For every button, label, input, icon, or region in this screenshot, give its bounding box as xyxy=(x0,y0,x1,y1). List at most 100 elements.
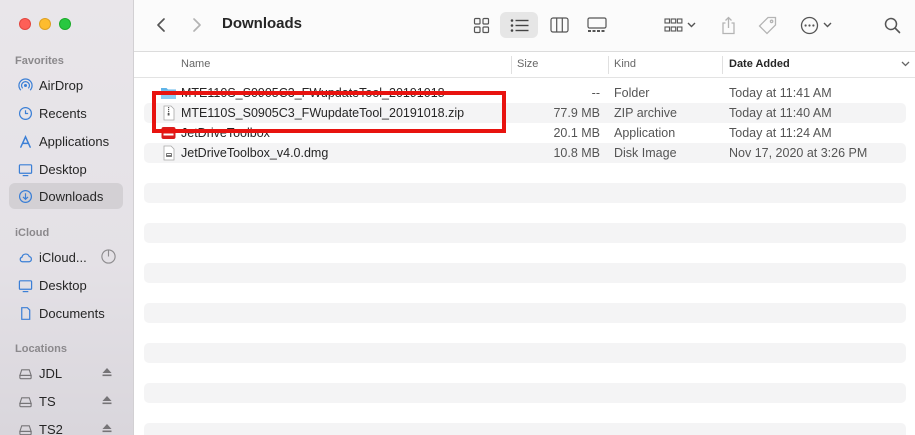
sidebar-item-label: Desktop xyxy=(39,161,87,177)
tags-button[interactable] xyxy=(754,12,780,38)
eject-icon[interactable] xyxy=(101,366,113,378)
file-kind: Folder xyxy=(614,86,650,100)
group-by-button[interactable] xyxy=(660,12,700,38)
file-kind: Application xyxy=(614,126,676,140)
file-name: MTE110S_S0905C3_FWupdateTool_20191018 xyxy=(181,86,445,100)
chevron-left-icon xyxy=(157,18,165,32)
back-button[interactable] xyxy=(150,12,172,38)
section-locations: Locations xyxy=(15,343,67,355)
share-button[interactable] xyxy=(716,12,740,38)
cloud-icon xyxy=(17,249,33,265)
file-date-added: Today at 11:40 AM xyxy=(729,106,832,120)
gallery-view-button[interactable] xyxy=(582,12,612,38)
chevron-down-icon xyxy=(823,22,832,28)
empty-row xyxy=(144,263,906,283)
zoom-button[interactable] xyxy=(59,18,71,30)
tag-icon xyxy=(758,16,776,34)
sidebar-item-label: JDL xyxy=(39,365,63,381)
column-kind-header[interactable]: Kind xyxy=(614,58,636,70)
forward-button[interactable] xyxy=(186,12,208,38)
sort-descending-icon[interactable] xyxy=(901,61,910,67)
sidebar-item-icloud-drive[interactable]: iCloud... xyxy=(9,244,123,270)
chevron-down-icon xyxy=(687,22,696,28)
file-row[interactable]: MTE110S_S0905C3_FWupdateTool_20191018 --… xyxy=(144,83,906,103)
sidebar-item-downloads[interactable]: Downloads xyxy=(9,183,123,209)
search-icon xyxy=(884,17,900,33)
file-row[interactable]: JetDriveToolbox 20.1 MB Application Toda… xyxy=(144,123,906,143)
chevron-right-icon xyxy=(193,18,201,32)
sidebar-item-label: iCloud... xyxy=(39,249,87,265)
sidebar-item-label: Applications xyxy=(39,133,110,149)
file-date-added: Nov 17, 2020 at 3:26 PM xyxy=(729,146,868,160)
sidebar-item-label: Desktop xyxy=(39,277,87,293)
sidebar-item-label: Documents xyxy=(39,305,105,321)
sidebar-item-icloud-desktop[interactable]: Desktop xyxy=(9,272,123,298)
section-favorites: Favorites xyxy=(15,55,64,67)
sidebar-item-ts[interactable]: TS xyxy=(9,388,123,414)
desktop-icon xyxy=(17,277,33,293)
sidebar-item-jdl[interactable]: JDL xyxy=(9,360,123,386)
column-date-added-header[interactable]: Date Added xyxy=(729,58,790,70)
file-date-added: Today at 11:41 AM xyxy=(729,86,832,100)
file-size: 20.1 MB xyxy=(553,126,600,140)
file-size: -- xyxy=(591,86,600,100)
column-header: Name Size Kind Date Added xyxy=(134,52,915,78)
column-divider[interactable] xyxy=(722,56,723,74)
section-icloud: iCloud xyxy=(15,227,50,239)
column-size-header[interactable]: Size xyxy=(517,58,538,70)
drive-icon xyxy=(17,421,33,435)
file-name: MTE110S_S0905C3_FWupdateTool_20191018.zi… xyxy=(181,106,465,120)
file-name: JetDriveToolbox xyxy=(181,126,270,140)
sidebar-item-ts2[interactable]: TS2 xyxy=(9,416,123,435)
sidebar-item-desktop[interactable]: Desktop xyxy=(9,156,123,182)
list-icon xyxy=(510,18,528,32)
empty-row xyxy=(144,183,906,203)
file-list: MTE110S_S0905C3_FWupdateTool_20191018 --… xyxy=(134,79,915,435)
eject-icon[interactable] xyxy=(101,394,113,406)
column-divider[interactable] xyxy=(608,56,609,74)
icon-view-button[interactable] xyxy=(466,12,496,38)
file-name: JetDriveToolbox_v4.0.dmg xyxy=(181,146,329,160)
file-kind: Disk Image xyxy=(614,146,677,160)
zip-icon xyxy=(163,105,175,121)
drive-icon xyxy=(17,393,33,409)
window-controls xyxy=(19,18,71,30)
empty-row xyxy=(144,383,906,403)
sidebar-item-label: AirDrop xyxy=(39,77,84,93)
file-date-added: Today at 11:24 AM xyxy=(729,126,832,140)
column-name-header[interactable]: Name xyxy=(181,58,210,70)
toolbar: Downloads xyxy=(134,0,915,52)
sync-progress-icon xyxy=(101,249,116,264)
window-title: Downloads xyxy=(222,15,303,32)
airdrop-icon xyxy=(17,77,33,93)
empty-row xyxy=(144,223,906,243)
close-button[interactable] xyxy=(19,18,31,30)
search-button[interactable] xyxy=(880,12,904,38)
list-view-button[interactable] xyxy=(500,12,538,38)
file-row[interactable]: JetDriveToolbox_v4.0.dmg 10.8 MB Disk Im… xyxy=(144,143,906,163)
column-view-button[interactable] xyxy=(544,12,574,38)
eject-icon[interactable] xyxy=(101,422,113,434)
sidebar-item-applications[interactable]: Applications xyxy=(9,128,123,154)
empty-row xyxy=(144,423,906,435)
document-icon xyxy=(17,305,33,321)
sidebar-item-airdrop[interactable]: AirDrop xyxy=(9,72,123,98)
folder-icon xyxy=(161,88,176,99)
sidebar-item-recents[interactable]: Recents xyxy=(9,100,123,126)
downloads-icon xyxy=(17,188,33,204)
minimize-button[interactable] xyxy=(39,18,51,30)
empty-row xyxy=(144,303,906,323)
file-row[interactable]: MTE110S_S0905C3_FWupdateTool_20191018.zi… xyxy=(144,103,906,123)
sidebar-item-label: TS xyxy=(39,393,56,409)
sidebar-item-label: Recents xyxy=(39,105,87,121)
file-size: 77.9 MB xyxy=(553,106,600,120)
sidebar-item-documents[interactable]: Documents xyxy=(9,300,123,326)
gallery-icon xyxy=(587,17,607,32)
sidebar-item-label: TS2 xyxy=(39,421,63,435)
drive-icon xyxy=(17,365,33,381)
grid-icon xyxy=(473,17,489,33)
more-actions-button[interactable] xyxy=(796,12,836,38)
app-icon xyxy=(161,127,176,139)
sidebar-item-label: Downloads xyxy=(39,188,104,204)
column-divider[interactable] xyxy=(511,56,512,74)
